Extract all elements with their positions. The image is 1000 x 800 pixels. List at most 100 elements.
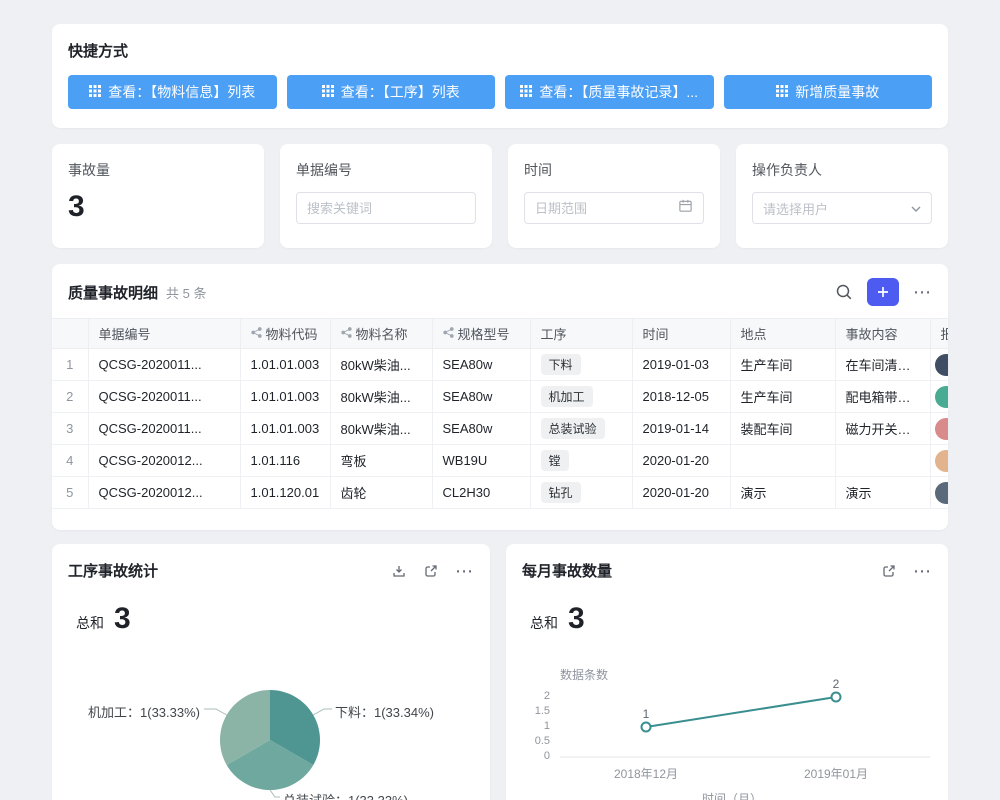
cell-doc: QCSG-2020011...: [88, 413, 240, 445]
table-row-count: 共 5 条: [166, 283, 206, 302]
user-select[interactable]: 请选择用户: [752, 192, 932, 224]
cell-process: 机加工: [530, 381, 632, 413]
button-label: 新增质量事故: [795, 82, 879, 102]
pie-total-value: 3: [114, 602, 131, 636]
cell-name: 80kW柴油...: [330, 413, 432, 445]
more-options-icon[interactable]: ⋯: [913, 566, 932, 576]
cell-process: 镗: [530, 445, 632, 477]
col-header-name[interactable]: 物料名称: [330, 319, 432, 349]
cell-name: 齿轮: [330, 477, 432, 509]
avatar: [935, 450, 949, 472]
accident-count-card: 事故量 3: [52, 144, 264, 248]
cell-code: 1.01.01.003: [240, 413, 330, 445]
link-field-icon: [251, 326, 262, 341]
date-range-input-field[interactable]: [535, 201, 672, 216]
cell-place: [730, 445, 835, 477]
cell-process: 钻孔: [530, 477, 632, 509]
more-options-icon[interactable]: ⋯: [913, 287, 932, 297]
col-header-time[interactable]: 时间: [632, 319, 730, 349]
cell-code: 1.01.116: [240, 445, 330, 477]
cell-content: 演示: [835, 477, 930, 509]
doc-number-filter-card: 单据编号: [280, 144, 492, 248]
view-accident-record-button[interactable]: 查看：【质量事故记录】...: [505, 75, 714, 109]
stat-label: 事故量: [68, 160, 248, 180]
doc-search-input[interactable]: [296, 192, 476, 224]
more-options-icon[interactable]: ⋯: [455, 566, 474, 576]
table-row[interactable]: 5 QCSG-2020012... 1.01.120.01 齿轮 CL2H30 …: [52, 477, 948, 509]
cell-place: 生产车间: [730, 381, 835, 413]
pie-label-xialiao: 下料：1(33.34%): [335, 702, 434, 721]
table-row[interactable]: 2 QCSG-2020011... 1.01.01.003 80kW柴油... …: [52, 381, 948, 413]
view-process-list-button[interactable]: 查看：【工序】列表: [287, 75, 496, 109]
cell-name: 80kW柴油...: [330, 381, 432, 413]
accident-detail-table-card: 质量事故明细 共 5 条 ⋯ 单据编号 物料代码 物料名称 规格型号 工序 时间…: [52, 264, 948, 530]
search-icon[interactable]: [835, 283, 853, 301]
col-header-reporter[interactable]: 报: [930, 319, 948, 349]
point-value-label: 1: [636, 707, 656, 721]
add-record-button[interactable]: [867, 278, 899, 306]
shortcuts-title: 快捷方式: [52, 24, 948, 61]
line-chart[interactable]: [506, 684, 948, 800]
point-value-label: 2: [826, 677, 846, 691]
cell-name: 80kW柴油...: [330, 349, 432, 381]
open-in-new-icon[interactable]: [881, 563, 897, 579]
cell-content: [835, 445, 930, 477]
pie-label-jijiagong: 机加工：1(33.33%): [82, 702, 200, 721]
shortcut-buttons-row: 查看：【物料信息】列表 查看：【工序】列表 查看：【质量事故记录】... 新增质…: [68, 75, 932, 109]
cell-spec: CL2H30: [432, 477, 530, 509]
add-accident-button[interactable]: 新增质量事故: [724, 75, 933, 109]
pie-label-zongzhuang: 总装试验：1(33.33%): [283, 790, 408, 800]
date-range-input[interactable]: [524, 192, 704, 224]
cell-doc: QCSG-2020011...: [88, 349, 240, 381]
table-row[interactable]: 4 QCSG-2020012... 1.01.116 弯板 WB19U 镗 20…: [52, 445, 948, 477]
col-header-doc[interactable]: 单据编号: [88, 319, 240, 349]
link-field-icon: [341, 326, 352, 341]
monthly-accident-line-card: 每月事故数量 ⋯ 总和 3 数据条数 2 1.5 1 0.5 0 1 2 201…: [506, 544, 948, 800]
process-tag: 总装试验: [541, 418, 605, 439]
table-row[interactable]: 1 QCSG-2020011... 1.01.01.003 80kW柴油... …: [52, 349, 948, 381]
pie-chart[interactable]: [52, 674, 490, 800]
user-select-placeholder: 请选择用户: [763, 199, 905, 218]
col-header-spec[interactable]: 规格型号: [432, 319, 530, 349]
y-axis-title: 数据条数: [560, 666, 608, 683]
cell-content: 在车间清洗...: [835, 349, 930, 381]
table-row[interactable]: 3 QCSG-2020011... 1.01.01.003 80kW柴油... …: [52, 413, 948, 445]
open-in-new-icon[interactable]: [423, 563, 439, 579]
col-header-place[interactable]: 地点: [730, 319, 835, 349]
cell-code: 1.01.01.003: [240, 349, 330, 381]
filter-label: 单据编号: [296, 160, 476, 180]
cell-code: 1.01.120.01: [240, 477, 330, 509]
col-header-index: [52, 319, 88, 349]
cell-reporter: [930, 381, 948, 413]
chevron-down-icon: [911, 199, 921, 217]
process-accident-pie-card: 工序事故统计 ⋯ 总和 3 机加工：1(33.33%) 下料：1(33.34%)…: [52, 544, 490, 800]
x-tick: 2018年12月: [601, 765, 691, 782]
col-header-code[interactable]: 物料代码: [240, 319, 330, 349]
line-total-label: 总和: [530, 613, 558, 633]
data-point-1: [642, 723, 651, 732]
col-header-process[interactable]: 工序: [530, 319, 632, 349]
cell-spec: SEA80w: [432, 413, 530, 445]
export-icon[interactable]: [391, 563, 407, 579]
filter-label: 时间: [524, 160, 704, 180]
process-tag: 下料: [541, 354, 581, 375]
cell-content: 磁力开关短...: [835, 413, 930, 445]
doc-search-input-field[interactable]: [307, 201, 465, 216]
table-header-row: 单据编号 物料代码 物料名称 规格型号 工序 时间 地点 事故内容 报: [52, 319, 948, 349]
col-header-content[interactable]: 事故内容: [835, 319, 930, 349]
avatar: [935, 482, 949, 504]
view-material-list-button[interactable]: 查看：【物料信息】列表: [68, 75, 277, 109]
cell-spec: SEA80w: [432, 349, 530, 381]
cell-time: 2019-01-14: [632, 413, 730, 445]
link-field-icon: [443, 326, 454, 341]
dashboard-page: { "shortcuts": { "title": "快捷方式", "butto…: [0, 0, 1000, 800]
avatar: [935, 354, 949, 376]
cell-doc: QCSG-2020012...: [88, 445, 240, 477]
avatar: [935, 386, 949, 408]
cell-doc: QCSG-2020012...: [88, 477, 240, 509]
cell-time: 2019-01-03: [632, 349, 730, 381]
line-chart-title: 每月事故数量: [522, 560, 612, 581]
stat-value: 3: [68, 190, 248, 224]
grid-icon: [776, 84, 788, 100]
cell-spec: SEA80w: [432, 381, 530, 413]
